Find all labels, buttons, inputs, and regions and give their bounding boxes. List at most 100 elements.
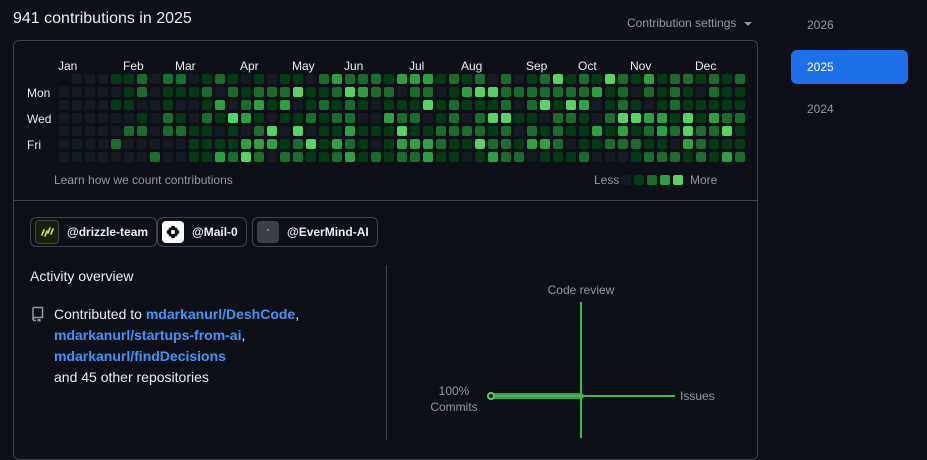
contribution-day-cell[interactable] [397, 74, 407, 84]
contribution-day-cell[interactable] [72, 139, 82, 149]
contribution-day-cell[interactable] [137, 126, 147, 136]
contribution-day-cell[interactable] [696, 152, 706, 162]
contribution-day-cell[interactable] [709, 139, 719, 149]
contribution-day-cell[interactable] [228, 74, 238, 84]
contribution-day-cell[interactable] [371, 126, 381, 136]
contribution-day-cell[interactable] [683, 87, 693, 97]
contribution-day-cell[interactable] [241, 152, 251, 162]
contribution-day-cell[interactable] [709, 113, 719, 123]
contribution-day-cell[interactable] [683, 113, 693, 123]
contribution-day-cell[interactable] [423, 126, 433, 136]
contribution-day-cell[interactable] [319, 87, 329, 97]
contribution-day-cell[interactable] [228, 152, 238, 162]
contribution-day-cell[interactable] [371, 113, 381, 123]
contribution-day-cell[interactable] [644, 74, 654, 84]
contribution-day-cell[interactable] [488, 74, 498, 84]
contribution-day-cell[interactable] [501, 152, 511, 162]
contribution-day-cell[interactable] [306, 113, 316, 123]
contribution-day-cell[interactable] [150, 74, 160, 84]
contribution-day-cell[interactable] [618, 126, 628, 136]
contribution-day-cell[interactable] [397, 113, 407, 123]
contribution-day-cell[interactable] [657, 74, 667, 84]
contribution-day-cell[interactable] [215, 152, 225, 162]
contribution-day-cell[interactable] [176, 74, 186, 84]
contribution-day-cell[interactable] [514, 87, 524, 97]
contribution-day-cell[interactable] [189, 126, 199, 136]
contribution-day-cell[interactable] [501, 113, 511, 123]
contribution-day-cell[interactable] [59, 113, 69, 123]
contribution-day-cell[interactable] [293, 126, 303, 136]
contribution-day-cell[interactable] [722, 152, 732, 162]
contribution-day-cell[interactable] [475, 74, 485, 84]
contribution-day-cell[interactable] [592, 87, 602, 97]
contribution-day-cell[interactable] [657, 152, 667, 162]
contribution-day-cell[interactable] [514, 126, 524, 136]
contribution-day-cell[interactable] [124, 113, 134, 123]
contribution-day-cell[interactable] [267, 139, 277, 149]
contribution-day-cell[interactable] [267, 87, 277, 97]
contribution-day-cell[interactable] [683, 100, 693, 110]
contribution-day-cell[interactable] [449, 113, 459, 123]
contribution-day-cell[interactable] [98, 87, 108, 97]
contribution-day-cell[interactable] [436, 113, 446, 123]
contribution-day-cell[interactable] [371, 139, 381, 149]
contribution-day-cell[interactable] [371, 74, 381, 84]
contribution-day-cell[interactable] [735, 100, 745, 110]
contribution-day-cell[interactable] [410, 113, 420, 123]
contribution-day-cell[interactable] [59, 139, 69, 149]
contribution-day-cell[interactable] [657, 126, 667, 136]
contribution-day-cell[interactable] [345, 152, 355, 162]
contribution-day-cell[interactable] [644, 139, 654, 149]
contribution-day-cell[interactable] [176, 152, 186, 162]
contribution-day-cell[interactable] [228, 100, 238, 110]
contribution-day-cell[interactable] [462, 152, 472, 162]
contribution-day-cell[interactable] [540, 139, 550, 149]
contribution-day-cell[interactable] [85, 74, 95, 84]
contribution-day-cell[interactable] [488, 100, 498, 110]
contribution-day-cell[interactable] [397, 152, 407, 162]
contribution-day-cell[interactable] [631, 100, 641, 110]
contribution-day-cell[interactable] [462, 139, 472, 149]
contribution-day-cell[interactable] [111, 87, 121, 97]
contribution-day-cell[interactable] [72, 113, 82, 123]
contribution-day-cell[interactable] [670, 74, 680, 84]
contribution-day-cell[interactable] [111, 100, 121, 110]
contribution-day-cell[interactable] [150, 152, 160, 162]
contribution-day-cell[interactable] [358, 100, 368, 110]
contribution-day-cell[interactable] [280, 87, 290, 97]
contribution-day-cell[interactable] [618, 139, 628, 149]
contribution-day-cell[interactable] [670, 87, 680, 97]
contribution-day-cell[interactable] [436, 139, 446, 149]
contribution-day-cell[interactable] [98, 139, 108, 149]
contribution-day-cell[interactable] [72, 74, 82, 84]
contribution-day-cell[interactable] [618, 113, 628, 123]
contribution-day-cell[interactable] [202, 74, 212, 84]
contribution-day-cell[interactable] [722, 139, 732, 149]
contribution-day-cell[interactable] [579, 100, 589, 110]
contribution-day-cell[interactable] [241, 87, 251, 97]
contribution-day-cell[interactable] [332, 87, 342, 97]
contribution-day-cell[interactable] [150, 113, 160, 123]
contribution-day-cell[interactable] [423, 100, 433, 110]
contribution-day-cell[interactable] [436, 100, 446, 110]
contribution-day-cell[interactable] [449, 74, 459, 84]
contribution-day-cell[interactable] [241, 74, 251, 84]
contribution-day-cell[interactable] [137, 87, 147, 97]
contribution-day-cell[interactable] [85, 87, 95, 97]
contribution-day-cell[interactable] [475, 152, 485, 162]
contribution-day-cell[interactable] [98, 100, 108, 110]
contribution-day-cell[interactable] [605, 152, 615, 162]
contribution-day-cell[interactable] [566, 74, 576, 84]
contribution-day-cell[interactable] [631, 87, 641, 97]
contribution-day-cell[interactable] [59, 126, 69, 136]
contribution-day-cell[interactable] [410, 126, 420, 136]
contribution-day-cell[interactable] [722, 74, 732, 84]
contribution-day-cell[interactable] [397, 139, 407, 149]
contribution-day-cell[interactable] [410, 139, 420, 149]
contribution-day-cell[interactable] [579, 139, 589, 149]
contribution-day-cell[interactable] [397, 126, 407, 136]
contribution-day-cell[interactable] [683, 126, 693, 136]
contribution-day-cell[interactable] [553, 152, 563, 162]
contribution-day-cell[interactable] [319, 100, 329, 110]
repo-link-deshcode[interactable]: mdarkanurl/DeshCode [146, 306, 295, 322]
